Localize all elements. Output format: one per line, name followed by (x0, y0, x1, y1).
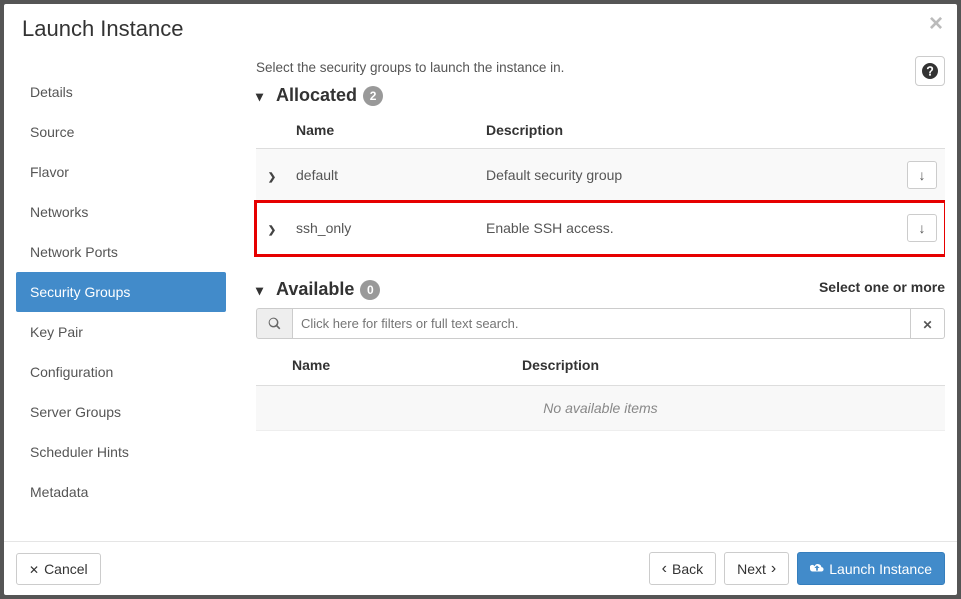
arrow-down-icon (919, 167, 926, 183)
available-section-toggle[interactable]: Available 0 (256, 279, 819, 300)
deallocate-button[interactable] (907, 214, 937, 242)
help-button[interactable] (915, 56, 945, 86)
sidebar-item-source[interactable]: Source (16, 112, 226, 152)
sidebar-item-configuration[interactable]: Configuration (16, 352, 226, 392)
search-icon (256, 308, 292, 339)
sidebar-item-details[interactable]: Details (16, 72, 226, 112)
wizard-main-panel: Select the security groups to launch the… (226, 58, 945, 541)
deallocate-button[interactable] (907, 161, 937, 189)
sidebar-item-server-groups[interactable]: Server Groups (16, 392, 226, 432)
cloud-upload-icon (810, 561, 824, 577)
available-count-badge: 0 (360, 280, 380, 300)
chevron-right-icon[interactable] (264, 225, 280, 236)
cell-name: default (288, 149, 478, 202)
available-table: Name Description No available items (256, 347, 945, 431)
close-icon (29, 561, 39, 577)
sidebar-item-network-ports[interactable]: Network Ports (16, 232, 226, 272)
arrow-down-icon (919, 220, 926, 236)
available-col-name: Name (284, 347, 514, 386)
cancel-label: Cancel (44, 561, 88, 577)
close-icon (922, 316, 932, 332)
empty-row: No available items (256, 386, 945, 431)
allocated-section-toggle[interactable]: Allocated 2 (256, 85, 945, 106)
chevron-down-icon (256, 85, 270, 106)
back-button[interactable]: Back (649, 552, 716, 585)
cell-description: Enable SSH access. (478, 202, 899, 255)
sidebar-item-security-groups[interactable]: Security Groups (16, 272, 226, 312)
available-search (256, 308, 945, 339)
empty-message: No available items (256, 386, 945, 431)
sidebar-item-networks[interactable]: Networks (16, 192, 226, 232)
modal-header: Launch Instance × (4, 4, 957, 50)
select-one-or-more-hint: Select one or more (819, 279, 945, 295)
search-input[interactable] (292, 308, 911, 339)
modal-footer: Cancel Back Next Launch Instance (4, 541, 957, 595)
sidebar-item-metadata[interactable]: Metadata (16, 472, 226, 512)
allocated-table: Name Description default Default securit… (256, 114, 945, 255)
chevron-right-icon[interactable] (264, 172, 280, 183)
launch-label: Launch Instance (829, 561, 932, 577)
back-label: Back (672, 561, 703, 577)
launch-instance-button[interactable]: Launch Instance (797, 552, 945, 585)
table-row: ssh_only Enable SSH access. (256, 202, 945, 255)
next-button[interactable]: Next (724, 552, 789, 585)
sidebar-item-flavor[interactable]: Flavor (16, 152, 226, 192)
available-label: Available (276, 279, 354, 300)
chevron-left-icon (662, 560, 667, 577)
chevron-down-icon (256, 279, 270, 300)
allocated-count-badge: 2 (363, 86, 383, 106)
cell-name: ssh_only (288, 202, 478, 255)
modal-body: Details Source Flavor Networks Network P… (4, 50, 957, 541)
chevron-right-icon (771, 560, 776, 577)
close-icon[interactable]: × (929, 12, 943, 36)
sidebar-item-key-pair[interactable]: Key Pair (16, 312, 226, 352)
help-text: Select the security groups to launch the… (256, 58, 945, 75)
available-col-description: Description (514, 347, 901, 386)
next-label: Next (737, 561, 766, 577)
sidebar-item-scheduler-hints[interactable]: Scheduler Hints (16, 432, 226, 472)
allocated-col-description: Description (478, 114, 899, 149)
table-row: default Default security group (256, 149, 945, 202)
cancel-button[interactable]: Cancel (16, 553, 101, 585)
modal-title: Launch Instance (22, 16, 939, 42)
allocated-col-name: Name (288, 114, 478, 149)
wizard-sidebar: Details Source Flavor Networks Network P… (16, 58, 226, 541)
clear-search-button[interactable] (911, 308, 945, 339)
allocated-label: Allocated (276, 85, 357, 106)
cell-description: Default security group (478, 149, 899, 202)
launch-instance-modal: Launch Instance × Details Source Flavor … (4, 4, 957, 595)
